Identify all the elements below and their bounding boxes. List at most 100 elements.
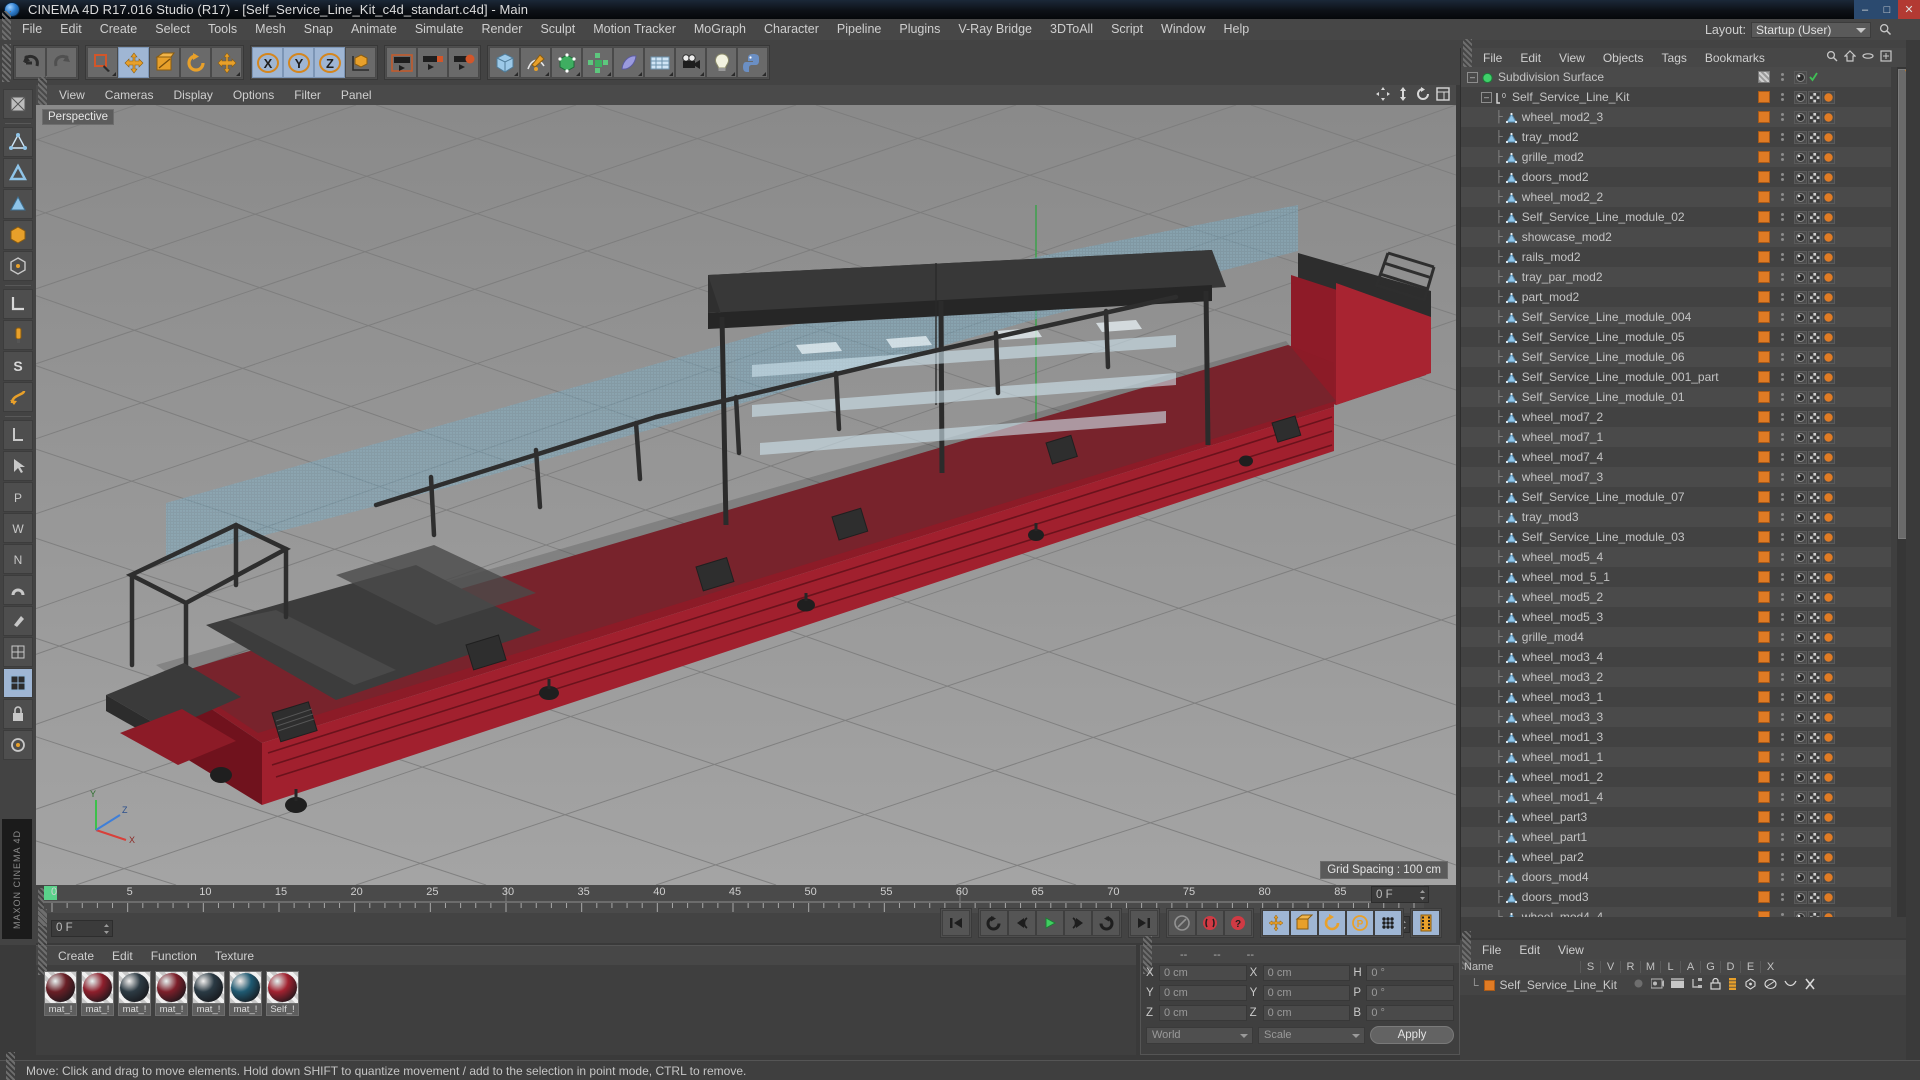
material-grip[interactable]: [38, 936, 47, 975]
object-tree-item[interactable]: ├ grille_mod2: [1461, 147, 1891, 167]
visibility-dots[interactable]: [1781, 313, 1784, 321]
arrow-icon[interactable]: [3, 451, 33, 481]
brush-icon[interactable]: [3, 606, 33, 636]
loop-icon[interactable]: [1092, 910, 1120, 936]
object-tree-item[interactable]: ├ wheel_mod7_2: [1461, 407, 1891, 427]
object-tree-item[interactable]: ├ Self_Service_Line_module_05: [1461, 327, 1891, 347]
material-tag-icon[interactable]: [1822, 230, 1835, 244]
object-tree-item[interactable]: ├ Self_Service_Line_module_001_part: [1461, 367, 1891, 387]
object-tree-item[interactable]: ├ wheel_mod5_2: [1461, 587, 1891, 607]
ellipse-icon[interactable]: [1862, 50, 1874, 65]
object-tree-item[interactable]: ├ wheel_mod_5_1: [1461, 567, 1891, 587]
menu-item-vray-bridge[interactable]: V-Ray Bridge: [949, 19, 1041, 40]
uv-tag-icon[interactable]: [1808, 610, 1821, 624]
magnet-icon[interactable]: [3, 575, 33, 605]
object-tree[interactable]: – Subdivision Surface –0 Self_Service_Line_…: [1461, 67, 1891, 917]
uv-tag-icon[interactable]: [1808, 410, 1821, 424]
object-tree-item[interactable]: ├ wheel_mod3_1: [1461, 687, 1891, 707]
material-tag-icon[interactable]: [1822, 250, 1835, 264]
material-tag-icon[interactable]: [1822, 390, 1835, 404]
uv-tag-icon[interactable]: [1808, 690, 1821, 704]
visibility-dots[interactable]: [1781, 493, 1784, 501]
material-tag-icon[interactable]: [1822, 890, 1835, 904]
lock-icon[interactable]: [1710, 977, 1721, 993]
uv-tag-icon[interactable]: [1808, 710, 1821, 724]
menu-item-simulate[interactable]: Simulate: [406, 19, 473, 40]
visibility-dots[interactable]: [1781, 233, 1784, 241]
world-coordinate-icon[interactable]: [345, 47, 376, 78]
xpresso-icon[interactable]: [1804, 978, 1816, 993]
phong-tag-icon[interactable]: [1794, 910, 1807, 917]
object-tree-item[interactable]: ├ wheel_mod7_1: [1461, 427, 1891, 447]
move-axis-icon[interactable]: [211, 47, 242, 78]
material-tag-icon[interactable]: [1822, 410, 1835, 424]
object-tree-item[interactable]: ├ doors_mod3: [1461, 887, 1891, 907]
object-tree-item[interactable]: ├ wheel_mod3_4: [1461, 647, 1891, 667]
polygon-mode-icon[interactable]: [3, 189, 33, 219]
model-mode-icon[interactable]: [3, 220, 33, 250]
phong-tag-icon[interactable]: [1794, 490, 1807, 504]
pan-view-icon[interactable]: [1396, 86, 1410, 104]
uv-tag-icon[interactable]: [1808, 830, 1821, 844]
phong-tag-icon[interactable]: [1794, 390, 1807, 404]
phong-tag-icon[interactable]: [1794, 690, 1807, 704]
w-tool-icon[interactable]: W: [3, 513, 33, 543]
position-key-icon[interactable]: [1262, 910, 1290, 936]
p-tool-icon[interactable]: P: [3, 482, 33, 512]
coord-size-x-field[interactable]: 0 cm: [1262, 965, 1351, 981]
visibility-dots[interactable]: [1781, 853, 1784, 861]
visibility-dots[interactable]: [1781, 453, 1784, 461]
material-tag-icon[interactable]: [1822, 570, 1835, 584]
visibility-dots[interactable]: [1781, 753, 1784, 761]
menu-item-select[interactable]: Select: [146, 19, 199, 40]
coord-rotation-p-field[interactable]: 0 °: [1366, 985, 1455, 1001]
live-selection-icon[interactable]: [87, 47, 118, 78]
object-tree-item[interactable]: ├ Self_Service_Line_module_004: [1461, 307, 1891, 327]
check-tag-icon[interactable]: [1808, 71, 1821, 84]
object-tree-item[interactable]: ├ tray_par_mod2: [1461, 267, 1891, 287]
material-tag-icon[interactable]: [1822, 290, 1835, 304]
animation-icon[interactable]: [1728, 977, 1737, 993]
menu-item-help[interactable]: Help: [1215, 19, 1259, 40]
material-tag-icon[interactable]: [1822, 450, 1835, 464]
object-tree-item[interactable]: ├ doors_mod4: [1461, 867, 1891, 887]
material-tag-icon[interactable]: [1822, 190, 1835, 204]
object-tree-root[interactable]: – Subdivision Surface: [1461, 67, 1891, 87]
x-axis-lock-icon[interactable]: X: [252, 47, 283, 78]
material-menu-function[interactable]: Function: [142, 949, 206, 963]
visibility-dots[interactable]: [1781, 393, 1784, 401]
expand-toggle[interactable]: –: [1467, 71, 1478, 83]
add-camera-icon[interactable]: [675, 47, 706, 78]
viewport-3d[interactable]: Perspective Y X Z Grid Spacing: 100 cm: [36, 105, 1456, 885]
material-tag-icon[interactable]: [1822, 150, 1835, 164]
coord-rotation-h-field[interactable]: 0 °: [1366, 965, 1455, 981]
move-view-icon[interactable]: [1376, 86, 1390, 104]
coord-position-x-field[interactable]: 0 cm: [1159, 965, 1247, 981]
object-tree-item[interactable]: ├ rails_mod2: [1461, 247, 1891, 267]
uv-tag-icon[interactable]: [1808, 810, 1821, 824]
material-tag-icon[interactable]: [1822, 110, 1835, 124]
uv-tag-icon[interactable]: [1808, 890, 1821, 904]
rotate-view-icon[interactable]: [1416, 86, 1430, 104]
lock-icon[interactable]: [3, 699, 33, 729]
material-tag-icon[interactable]: [1822, 770, 1835, 784]
next-frame-icon[interactable]: [1064, 910, 1092, 936]
om-menu-file[interactable]: File: [1474, 51, 1511, 65]
object-tree-item[interactable]: ├ wheel_mod1_1: [1461, 747, 1891, 767]
visibility-dots[interactable]: [1781, 633, 1784, 641]
spinner-icon[interactable]: [103, 923, 110, 935]
timeline-icon[interactable]: [1412, 910, 1440, 936]
uv-tag-icon[interactable]: [1808, 270, 1821, 284]
material-item[interactable]: mat_!: [192, 971, 225, 1016]
material-tag-icon[interactable]: [1822, 510, 1835, 524]
object-tree-item[interactable]: ├ wheel_mod3_2: [1461, 667, 1891, 687]
menu-item-character[interactable]: Character: [755, 19, 828, 40]
toolbar-grip[interactable]: [2, 43, 11, 82]
material-tag-icon[interactable]: [1822, 330, 1835, 344]
rotation-key-icon[interactable]: [1318, 910, 1346, 936]
uv-tag-icon[interactable]: [1808, 330, 1821, 344]
texture-axis-icon[interactable]: [3, 89, 33, 119]
python-icon[interactable]: [737, 47, 768, 78]
phong-tag-icon[interactable]: [1794, 470, 1807, 484]
object-tree-item[interactable]: ├ wheel_mod1_3: [1461, 727, 1891, 747]
